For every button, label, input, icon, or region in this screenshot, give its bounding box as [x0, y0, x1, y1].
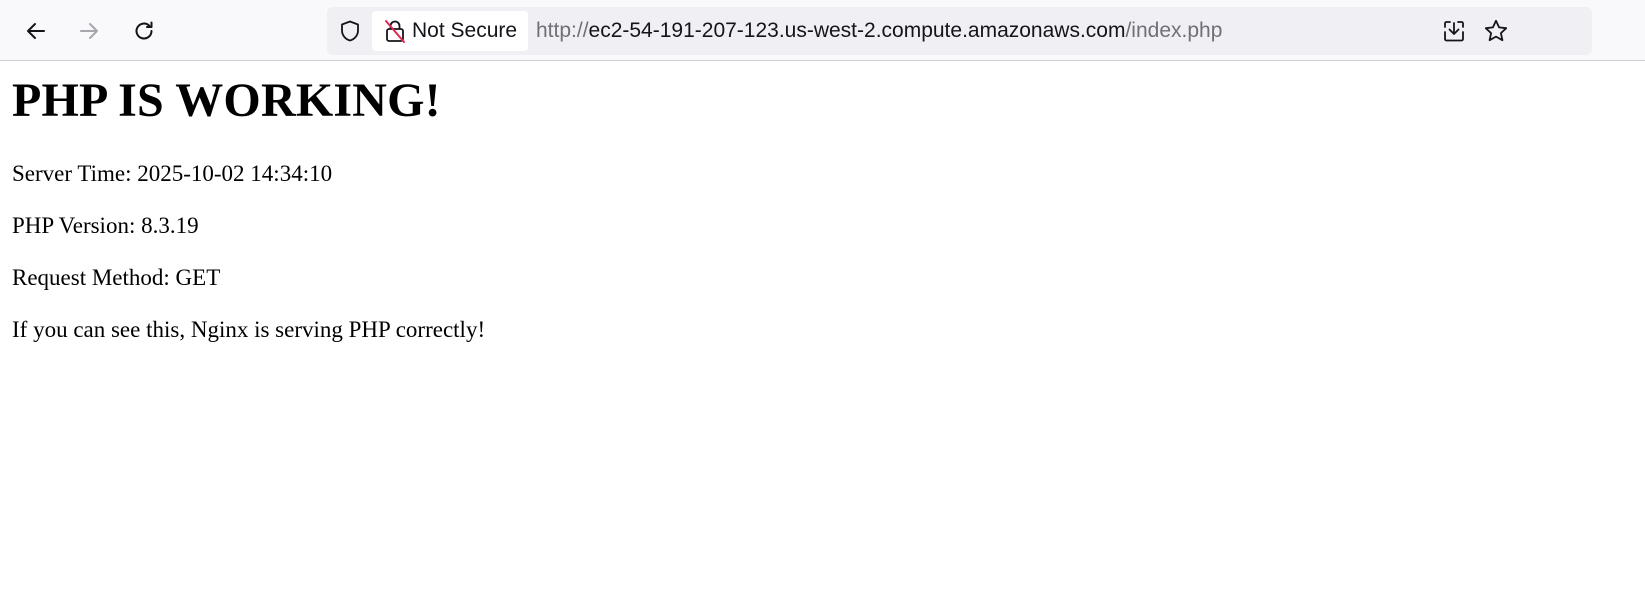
security-label: Not Secure	[412, 19, 518, 42]
url-host: ec2-54-191-207-123.us-west-2.compute.ama…	[588, 19, 1126, 42]
download-icon	[1444, 21, 1464, 42]
tracking-protection-button[interactable]	[337, 18, 363, 44]
browser-toolbar: Not Secure http://ec2-54-191-207-123.us-…	[0, 0, 1645, 61]
url-path: /index.php	[1125, 19, 1223, 42]
address-bar[interactable]: Not Secure http://ec2-54-191-207-123.us-…	[327, 7, 1592, 55]
php-version-text: PHP Version: 8.3.19	[12, 213, 199, 238]
forward-button[interactable]	[72, 14, 106, 48]
status-message-text: If you can see this, Nginx is serving PH…	[12, 317, 486, 342]
bookmark-button[interactable]	[1482, 17, 1510, 45]
page-heading: PHP IS WORKING!	[12, 74, 441, 127]
reload-button[interactable]	[127, 14, 161, 48]
reload-icon	[135, 21, 153, 40]
server-time-text: Server Time: 2025-10-02 14:34:10	[12, 161, 333, 186]
shield-icon	[341, 20, 359, 42]
site-security-button[interactable]: Not Secure	[372, 11, 528, 51]
insecure-lock-icon	[385, 20, 405, 43]
request-method-text: Request Method: GET	[12, 265, 221, 290]
arrow-left-icon	[27, 23, 45, 39]
star-icon	[1484, 19, 1508, 42]
url-scheme: http://	[536, 19, 589, 42]
arrow-right-icon	[80, 23, 98, 39]
page-content: PHP IS WORKING! Server Time: 2025-10-02 …	[12, 61, 1632, 342]
url-text[interactable]: http://ec2-54-191-207-123.us-west-2.comp…	[536, 7, 1222, 55]
back-button[interactable]	[19, 14, 53, 48]
download-button[interactable]	[1440, 17, 1468, 45]
